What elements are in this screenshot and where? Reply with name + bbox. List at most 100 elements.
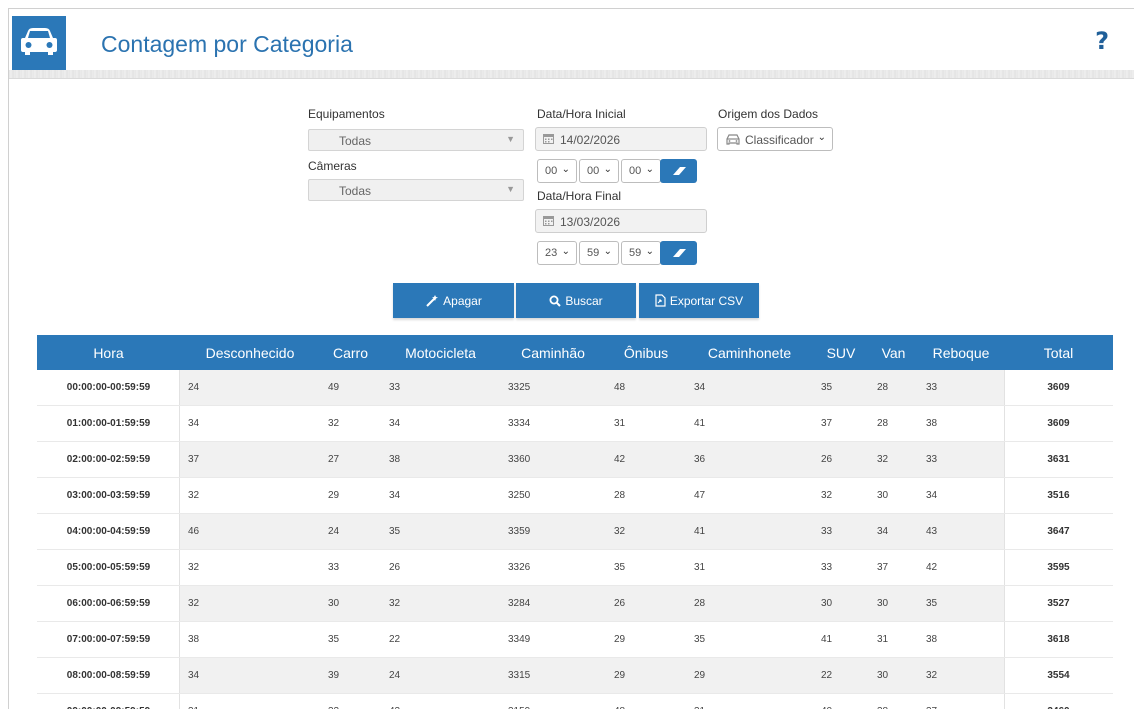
hora-cell: 09:00:00-09:59:59 [37, 694, 180, 709]
hora-cell: 07:00:00-07:59:59 [37, 622, 180, 658]
table-row: 03:00:00-03:59:5932293432502847323034351… [37, 478, 1113, 514]
chevron-down-icon: ⌄ [646, 164, 654, 175]
table-cell: 24 [320, 514, 381, 550]
total-cell: 3516 [1004, 478, 1113, 514]
table-cell: 42 [918, 550, 1004, 586]
caret-down-icon: ▼ [506, 184, 515, 194]
exportar-csv-button[interactable]: Exportar CSV [639, 283, 759, 318]
column-header[interactable]: Caminhonete [686, 335, 813, 370]
segundo-inicial-select[interactable]: 00⌄ [621, 159, 661, 183]
header: Contagem por Categoria ? [9, 9, 1134, 71]
chevron-down-icon: ⌄ [562, 164, 570, 175]
table-cell: 32 [813, 478, 869, 514]
cameras-select[interactable]: Todas ▼ [308, 179, 524, 201]
hora-cell: 05:00:00-05:59:59 [37, 550, 180, 586]
table-cell: 30 [869, 478, 918, 514]
table-cell: 3359 [500, 514, 606, 550]
data-final-input[interactable]: 13/03/2026 [535, 209, 707, 233]
hora-inicial-value: 00 [545, 165, 557, 177]
buscar-button[interactable]: Buscar [516, 283, 636, 318]
eraser-icon [660, 170, 697, 187]
column-header[interactable]: Desconhecido [180, 335, 320, 370]
column-header[interactable]: Hora [37, 335, 180, 370]
equipamentos-select[interactable]: Todas ▼ [308, 129, 524, 151]
total-cell: 3631 [1004, 442, 1113, 478]
table-cell: 26 [813, 442, 869, 478]
eraser-icon [660, 252, 697, 269]
table-cell: 41 [813, 622, 869, 658]
table-cell: 33 [813, 550, 869, 586]
table-cell: 3315 [500, 658, 606, 694]
page-frame: Contagem por Categoria ? Equipamentos To… [8, 8, 1134, 709]
table-cell: 34 [686, 370, 813, 406]
table-cell: 35 [813, 370, 869, 406]
table-cell: 34 [869, 514, 918, 550]
table-cell: 48 [606, 694, 686, 709]
table-cell: 38 [918, 622, 1004, 658]
origem-label: Origem dos Dados [718, 107, 818, 121]
hora-cell: 02:00:00-02:59:59 [37, 442, 180, 478]
table-cell: 28 [686, 586, 813, 622]
help-icon[interactable]: ? [1095, 27, 1109, 55]
column-header[interactable]: SUV [813, 335, 869, 370]
column-header[interactable]: Motocicleta [381, 335, 500, 370]
table-cell: 49 [320, 370, 381, 406]
segundo-final-select[interactable]: 59⌄ [621, 241, 661, 265]
table-cell: 47 [686, 478, 813, 514]
table-cell: 42 [606, 442, 686, 478]
table-row: 04:00:00-04:59:5946243533593241333443364… [37, 514, 1113, 550]
clear-data-inicial-button[interactable] [660, 159, 697, 183]
table-cell: 24 [180, 370, 320, 406]
table-cell: 32 [606, 514, 686, 550]
total-cell: 3609 [1004, 406, 1113, 442]
caret-down-icon: ▼ [506, 134, 515, 144]
chevron-down-icon: ⌄ [562, 246, 570, 257]
table-cell: 26 [381, 550, 500, 586]
table-cell: 29 [606, 622, 686, 658]
hora-cell: 06:00:00-06:59:59 [37, 586, 180, 622]
table-cell: 31 [606, 406, 686, 442]
table-cell: 3349 [500, 622, 606, 658]
column-header[interactable]: Van [869, 335, 918, 370]
minuto-inicial-select[interactable]: 00⌄ [579, 159, 619, 183]
column-header[interactable]: Reboque [918, 335, 1004, 370]
origem-select[interactable]: Classificador ⌄ [717, 127, 833, 151]
column-header[interactable]: Carro [320, 335, 381, 370]
clear-data-final-button[interactable] [660, 241, 697, 265]
table-cell: 46 [180, 514, 320, 550]
buscar-label: Buscar [565, 294, 602, 308]
data-inicial-value: 14/02/2026 [560, 133, 620, 147]
apagar-button[interactable]: Apagar [393, 283, 514, 318]
column-header[interactable]: Total [1004, 335, 1113, 370]
data-final-label: Data/Hora Final [537, 189, 621, 203]
minuto-final-select[interactable]: 59⌄ [579, 241, 619, 265]
table-cell: 36 [686, 442, 813, 478]
magic-wand-icon [425, 295, 439, 307]
total-cell: 3554 [1004, 658, 1113, 694]
column-header[interactable]: Caminhão [500, 335, 606, 370]
table-cell: 27 [320, 442, 381, 478]
table-cell: 34 [918, 478, 1004, 514]
table-row: 07:00:00-07:59:5938352233492935413138361… [37, 622, 1113, 658]
table-cell: 31 [686, 550, 813, 586]
car-icon [726, 134, 740, 148]
table-cell: 22 [813, 658, 869, 694]
table-row: 06:00:00-06:59:5932303232842628303035352… [37, 586, 1113, 622]
data-inicial-input[interactable]: 14/02/2026 [535, 127, 707, 151]
table-cell: 43 [918, 514, 1004, 550]
hora-cell: 08:00:00-08:59:59 [37, 658, 180, 694]
calendar-icon [543, 133, 554, 144]
table-cell: 33 [918, 442, 1004, 478]
chevron-down-icon: ⌄ [604, 246, 612, 257]
table-cell: 33 [381, 370, 500, 406]
cameras-label: Câmeras [308, 159, 357, 173]
column-header[interactable]: Ônibus [606, 335, 686, 370]
calendar-icon [543, 215, 554, 226]
table-cell: 26 [606, 586, 686, 622]
hora-final-select[interactable]: 23⌄ [537, 241, 577, 265]
table-cell: 34 [381, 406, 500, 442]
table-cell: 43 [381, 694, 500, 709]
table-cell: 32 [381, 586, 500, 622]
table-row: 01:00:00-01:59:5934323433343141372838360… [37, 406, 1113, 442]
hora-inicial-select[interactable]: 00 ⌄ [537, 159, 577, 183]
